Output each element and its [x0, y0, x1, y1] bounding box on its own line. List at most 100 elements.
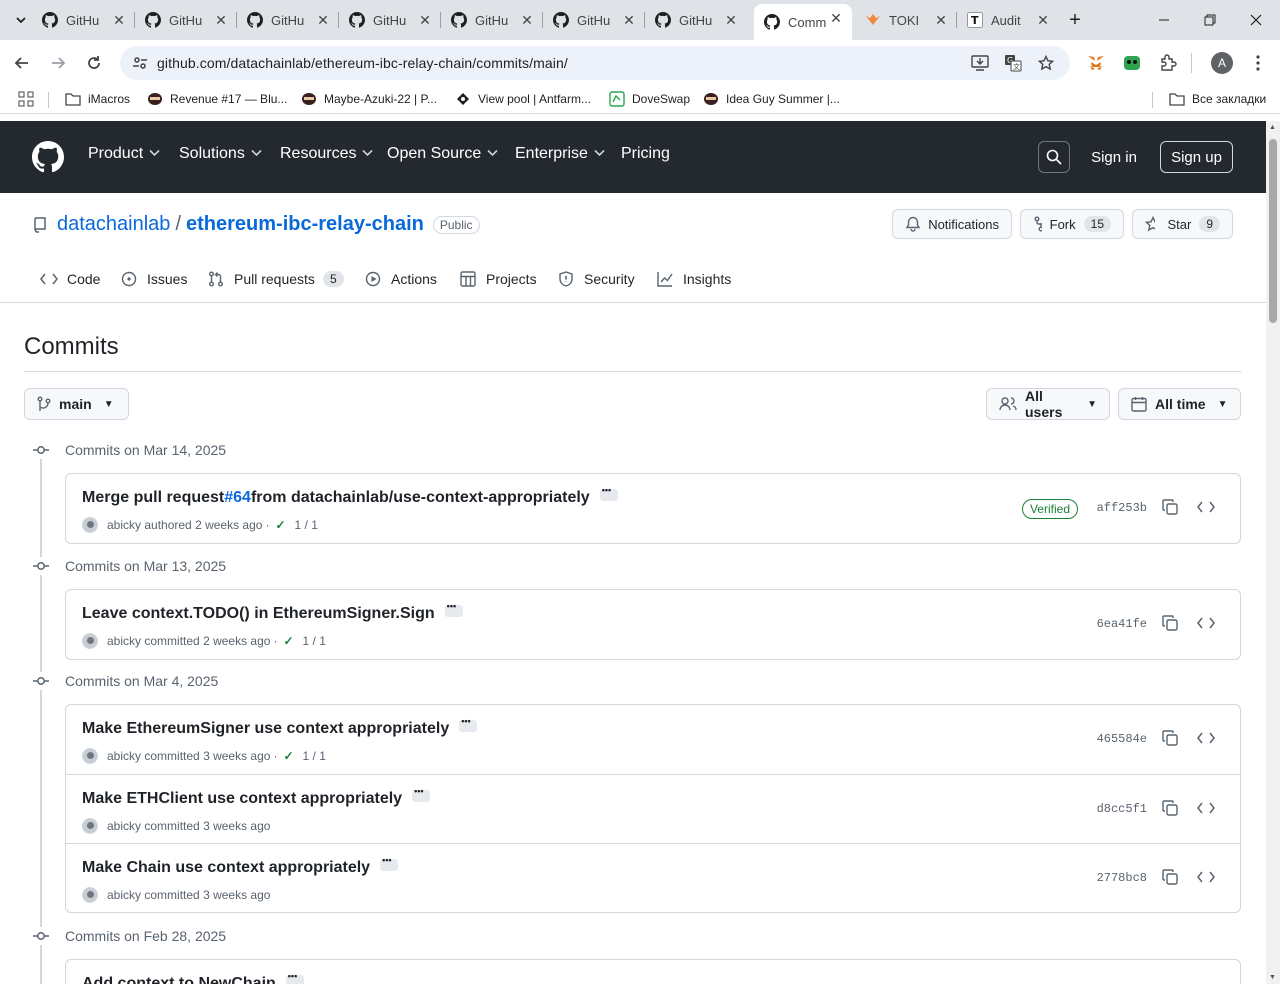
browser-tab[interactable]: GitHu ✕ [645, 6, 747, 34]
browser-tab[interactable]: Comm ✕ [754, 4, 852, 40]
author-link[interactable]: abicky [107, 634, 141, 648]
github-logo-icon[interactable] [32, 141, 64, 173]
apps-grid-icon[interactable] [18, 91, 34, 107]
commit-message[interactable]: Merge pull request #64 from datachainlab… [82, 485, 618, 507]
checks-status[interactable]: 1 / 1 [303, 634, 326, 648]
branch-selector[interactable]: main ▼ [24, 388, 129, 420]
bookmark-idea-guy[interactable]: Idea Guy Summer |... [703, 91, 840, 107]
nav-resources[interactable]: Resources [280, 145, 374, 163]
bookmark-revenue[interactable]: Revenue #17 — Blu... [147, 91, 287, 107]
bookmark-star-icon[interactable] [1036, 54, 1056, 72]
nav-solutions[interactable]: Solutions [179, 145, 262, 163]
commit-message[interactable]: Make EthereumSigner use context appropri… [82, 716, 478, 738]
browse-code-icon[interactable] [1197, 868, 1215, 886]
copy-icon[interactable] [1161, 498, 1179, 516]
checks-status[interactable]: 1 / 1 [295, 518, 318, 532]
browser-tab[interactable]: T Audit ✕ [957, 6, 1059, 34]
back-button[interactable] [7, 48, 37, 78]
install-app-icon[interactable] [970, 54, 990, 72]
tab-issues[interactable]: Issues [120, 267, 187, 291]
metamask-extension-icon[interactable] [1085, 53, 1107, 73]
browse-code-icon[interactable] [1197, 729, 1215, 747]
copy-icon[interactable] [1161, 799, 1179, 817]
scroll-down-arrow[interactable]: ▼ [1269, 974, 1276, 981]
nav-enterprise[interactable]: Enterprise [515, 145, 605, 163]
browse-code-icon[interactable] [1197, 498, 1215, 516]
expand-description-icon[interactable] [412, 786, 431, 802]
checks-status[interactable]: 1 / 1 [303, 749, 326, 763]
commit-sha-link[interactable]: aff253b [1097, 501, 1147, 515]
browser-tab[interactable]: GitHu ✕ [339, 6, 441, 34]
scrollbar-thumb[interactable] [1269, 139, 1277, 323]
tab-close-icon[interactable]: ✕ [519, 12, 535, 28]
search-button[interactable] [1038, 141, 1070, 173]
tab-close-icon[interactable]: ✕ [828, 10, 844, 26]
avatar[interactable] [82, 748, 98, 764]
author-link[interactable]: abicky [107, 888, 141, 902]
bookmark-view-pool[interactable]: View pool | Antfarm... [455, 91, 591, 107]
translate-icon[interactable]: G文 [1003, 54, 1023, 72]
new-tab-button[interactable]: + [1062, 8, 1088, 32]
tab-pull-requests[interactable]: Pull requests 5 [207, 267, 344, 291]
browse-code-icon[interactable] [1197, 614, 1215, 632]
expand-description-icon[interactable] [459, 716, 478, 732]
browser-menu-icon[interactable] [1247, 53, 1269, 73]
check-icon[interactable]: ✓ [283, 749, 293, 763]
notifications-button[interactable]: Notifications [892, 209, 1012, 239]
expand-description-icon[interactable] [380, 855, 399, 871]
browse-code-icon[interactable] [1197, 799, 1215, 817]
extensions-puzzle-icon[interactable] [1157, 53, 1179, 73]
browser-tab[interactable]: GitHu ✕ [237, 6, 339, 34]
fork-button[interactable]: Fork 15 [1020, 209, 1124, 239]
restore-button[interactable] [1187, 0, 1233, 40]
browser-tab[interactable]: GitHu ✕ [135, 6, 237, 34]
bookmark-maybe-azuki[interactable]: Maybe-Azuki-22 | P... [301, 91, 437, 107]
browser-tab[interactable]: GitHu ✕ [543, 6, 645, 34]
repo-owner-link[interactable]: datachainlab [57, 213, 170, 236]
expand-description-icon[interactable] [285, 971, 304, 984]
address-bar[interactable]: github.com/datachainlab/ethereum-ibc-rel… [120, 46, 1070, 80]
tab-security[interactable]: Security [557, 267, 635, 291]
tab-close-icon[interactable]: ✕ [621, 12, 637, 28]
profile-avatar[interactable]: A [1211, 52, 1233, 74]
tab-projects[interactable]: Projects [459, 267, 537, 291]
avatar[interactable] [82, 633, 98, 649]
expand-description-icon[interactable] [444, 601, 463, 617]
author-link[interactable]: abicky [107, 518, 141, 532]
author-link[interactable]: abicky [107, 749, 141, 763]
avatar[interactable] [82, 517, 98, 533]
commit-sha-link[interactable]: d8cc5f1 [1097, 802, 1147, 816]
minimize-button[interactable] [1141, 0, 1187, 40]
tab-close-icon[interactable]: ✕ [1035, 12, 1051, 28]
nav-open-source[interactable]: Open Source [387, 145, 498, 163]
tab-close-icon[interactable]: ✕ [933, 12, 949, 28]
browser-tab[interactable]: GitHu ✕ [32, 6, 135, 34]
commit-sha-link[interactable]: 465584e [1097, 732, 1147, 746]
forward-button[interactable] [43, 48, 73, 78]
tab-insights[interactable]: Insights [656, 267, 731, 291]
users-filter[interactable]: All users ▼ [986, 388, 1110, 420]
nav-product[interactable]: Product [88, 145, 160, 163]
site-info-icon[interactable] [132, 55, 148, 76]
tab-actions[interactable]: Actions [364, 267, 437, 291]
tab-close-icon[interactable]: ✕ [723, 12, 739, 28]
copy-icon[interactable] [1161, 868, 1179, 886]
tab-search-button[interactable] [8, 8, 34, 32]
scroll-up-arrow[interactable]: ▲ [1269, 124, 1276, 131]
check-icon[interactable]: ✓ [275, 518, 285, 532]
sign-in-link[interactable]: Sign in [1082, 141, 1146, 173]
bookmark-doveswap[interactable]: DoveSwap [609, 91, 690, 107]
copy-icon[interactable] [1161, 614, 1179, 632]
commit-sha-link[interactable]: 6ea41fe [1097, 617, 1147, 631]
avatar[interactable] [82, 887, 98, 903]
verified-badge[interactable]: Verified [1021, 499, 1078, 519]
close-window-button[interactable] [1233, 0, 1279, 40]
time-filter[interactable]: All time ▼ [1118, 388, 1241, 420]
all-bookmarks[interactable]: Все закладки [1169, 91, 1266, 107]
nav-pricing[interactable]: Pricing [621, 145, 670, 163]
commit-message[interactable]: Leave context.TODO() in EthereumSigner.S… [82, 601, 463, 623]
expand-description-icon[interactable] [599, 485, 618, 501]
reload-button[interactable] [79, 48, 109, 78]
bookmark-imacros[interactable]: iMacros [65, 91, 130, 107]
tab-close-icon[interactable]: ✕ [111, 12, 127, 28]
